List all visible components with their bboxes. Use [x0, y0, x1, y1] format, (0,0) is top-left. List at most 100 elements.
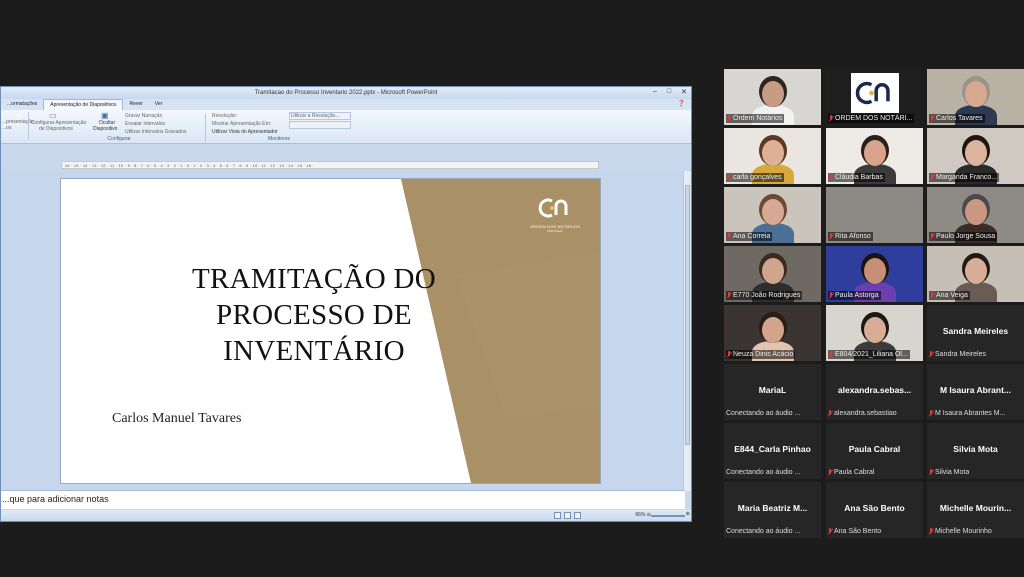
- participant-tile[interactable]: Maria Beatriz M... Conectando ao áudio ..…: [724, 482, 821, 538]
- mic-muted-icon: [828, 469, 832, 476]
- record-narration-button[interactable]: Gravar Narração: [125, 113, 162, 119]
- presenter-view-checkbox[interactable]: Utilizar Vista do Apresentador: [212, 129, 278, 135]
- participant-face: [762, 81, 784, 107]
- mic-muted-icon: [829, 233, 833, 240]
- participant-tile[interactable]: Sandra Meireles Sandra Meireles: [927, 305, 1024, 361]
- participant-name: Paulo Jorge Sousa: [929, 232, 998, 241]
- participant-tile[interactable]: Cláudia Barbas: [826, 128, 923, 184]
- participant-name-text: Neuza Dinis Acácio: [733, 351, 794, 358]
- participant-face: [864, 258, 886, 284]
- vertical-scrollbar[interactable]: [683, 171, 691, 491]
- show-on-dropdown[interactable]: [289, 121, 351, 129]
- status-bar: 66% ⊖ ⊕: [1, 510, 691, 521]
- notaries-logo: ORDEM DOS NOTÁRIOS PORTUGAL: [527, 197, 583, 233]
- participant-display-name: MariaL: [758, 385, 787, 395]
- participant-tile[interactable]: Paula Astorga: [826, 246, 923, 302]
- show-on-label: Mostrar Apresentação Em:: [212, 121, 272, 127]
- participant-name: Carlos Tavares: [929, 114, 985, 123]
- participant-name: Sandra Meireles: [929, 350, 986, 359]
- use-timings-checkbox[interactable]: Utilizar Intervalos Gravados: [125, 129, 186, 135]
- participant-tile[interactable]: E804/2021_Liliana Ol...: [826, 305, 923, 361]
- tab-review[interactable]: Rever: [123, 99, 148, 110]
- maximize-icon[interactable]: □: [667, 88, 671, 96]
- participant-tile[interactable]: Margarida Franco...: [927, 128, 1024, 184]
- participant-tile[interactable]: Ana São Bento Ana São Bento: [826, 482, 923, 538]
- mic-muted-icon: [929, 469, 933, 476]
- participant-name: Ana São Bento: [828, 527, 881, 536]
- participant-tile[interactable]: Carlos Tavares: [927, 69, 1024, 125]
- mic-muted-icon: [930, 233, 934, 240]
- participant-tile[interactable]: Ana Veiga: [927, 246, 1024, 302]
- mic-muted-icon: [727, 115, 731, 122]
- participant-tile[interactable]: Ana Correia: [724, 187, 821, 243]
- participant-tile[interactable]: Silvia Mota Silvia Mota: [927, 423, 1024, 479]
- participant-name: Silvia Mota: [929, 468, 969, 477]
- monitors-group-label: Monitores: [268, 136, 290, 142]
- scrollbar-thumb[interactable]: [685, 185, 690, 445]
- participant-name: carla gonçalves: [726, 173, 784, 182]
- tab-slideshow[interactable]: Apresentação de Diapositivos: [43, 99, 124, 110]
- participant-tile[interactable]: M Isaura Abrant... M Isaura Abrantes M...: [927, 364, 1024, 420]
- normal-view-icon[interactable]: [554, 512, 561, 519]
- participant-tile[interactable]: carla gonçalves: [724, 128, 821, 184]
- slide[interactable]: ORDEM DOS NOTÁRIOS PORTUGAL TRAMITAÇÃO D…: [61, 179, 600, 483]
- participant-tile[interactable]: Paulo Jorge Sousa: [927, 187, 1024, 243]
- participant-face: [762, 140, 784, 166]
- participant-face: [864, 140, 886, 166]
- mic-muted-icon: [929, 528, 933, 535]
- slide-author: Carlos Manuel Tavares: [112, 411, 242, 426]
- slide-sorter-icon[interactable]: [564, 512, 571, 519]
- slide-title: TRAMITAÇÃO DO PROCESSO DE INVENTÁRIO: [169, 261, 459, 369]
- participant-tile[interactable]: Paula Cabral Paula Cabral: [826, 423, 923, 479]
- participant-tile[interactable]: Neuza Dinis Acácio: [724, 305, 821, 361]
- notaries-logo-icon: [538, 198, 568, 218]
- participant-name-text: Cláudia Barbas: [835, 174, 883, 181]
- help-icon[interactable]: ❓: [678, 100, 685, 107]
- participant-display-name: Silvia Mota: [953, 444, 998, 454]
- participant-tile[interactable]: E844_Carla Pinhao Conectando ao áudio ...: [724, 423, 821, 479]
- participant-tile[interactable]: Michelle Mourin... Michelle Mourinho: [927, 482, 1024, 538]
- participant-name-text: E804/2021_Liliana Ol...: [835, 351, 908, 358]
- close-icon[interactable]: ✕: [681, 88, 687, 96]
- rehearse-timings-button[interactable]: Ensaiar Intervalos: [125, 121, 165, 127]
- mic-muted-icon: [829, 174, 833, 181]
- slideshow-view-icon[interactable]: [574, 512, 581, 519]
- participant-tile[interactable]: Rita Afonso: [826, 187, 923, 243]
- tab-animations[interactable]: ...ormatações: [1, 99, 43, 110]
- participant-tile[interactable]: E770 João Rodrigues: [724, 246, 821, 302]
- participant-name-text: Silvia Mota: [935, 469, 970, 476]
- mic-muted-icon: [930, 115, 934, 122]
- zoom-in-icon[interactable]: ⊕: [686, 511, 690, 517]
- hide-slide-icon: ▣: [101, 111, 109, 120]
- minimize-icon[interactable]: –: [653, 88, 657, 96]
- ribbon-tabs: ...ormatações Apresentação de Diapositiv…: [1, 99, 691, 110]
- participant-face: [965, 140, 987, 166]
- participant-name-text: Conectando ao áudio ...: [726, 410, 801, 417]
- participant-name: ORDEM DOS NOTÁRI...: [828, 114, 915, 123]
- participant-name: Conectando ao áudio ...: [726, 409, 800, 418]
- participant-tile[interactable]: ORDEM DOS NOTÁRI...: [826, 69, 923, 125]
- notes-pane[interactable]: ...que para adicionar notas: [1, 490, 685, 509]
- participant-display-name: Ana São Bento: [844, 503, 905, 513]
- participant-name: Paula Astorga: [828, 291, 881, 300]
- participant-name-text: Ordem Notários: [733, 115, 783, 122]
- tab-view[interactable]: Ver: [149, 99, 169, 110]
- participant-name-text: Paula Astorga: [835, 292, 879, 299]
- participant-display-name: Sandra Meireles: [942, 326, 1009, 336]
- start-slideshow-group: ...presentação ...os: [1, 112, 34, 142]
- setup-slideshow-icon: ▭: [49, 111, 57, 120]
- participant-tile[interactable]: Ordem Notários: [724, 69, 821, 125]
- mic-muted-icon: [929, 351, 933, 358]
- participant-name-text: Conectando ao áudio ...: [726, 528, 801, 535]
- zoom-slider[interactable]: [651, 515, 685, 517]
- resolution-dropdown[interactable]: Utilizar a Resolução...: [289, 112, 351, 120]
- participant-name: Conectando ao áudio ...: [726, 468, 800, 477]
- participant-face: [965, 81, 987, 107]
- start-slideshow-sub: ...os: [2, 125, 12, 131]
- mic-muted-icon: [829, 351, 833, 358]
- participant-name: Paula Cabral: [828, 468, 874, 477]
- mic-muted-icon: [829, 292, 833, 299]
- mic-muted-icon: [929, 410, 933, 417]
- participant-tile[interactable]: MariaL Conectando ao áudio ...: [724, 364, 821, 420]
- participant-tile[interactable]: alexandra.sebas... alexandra.sebastiao: [826, 364, 923, 420]
